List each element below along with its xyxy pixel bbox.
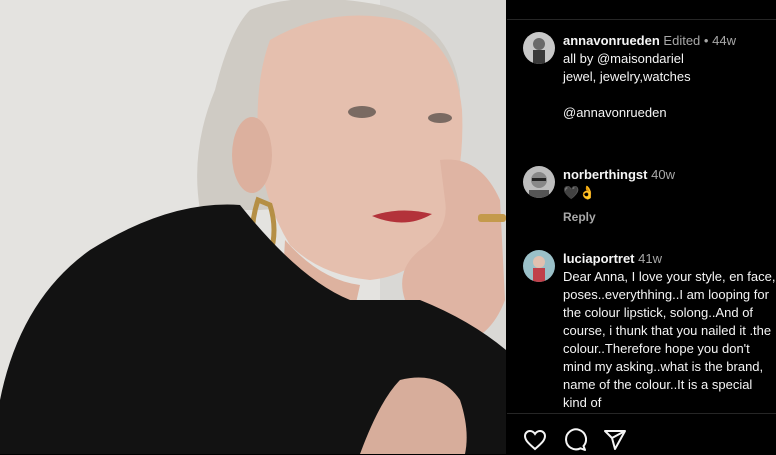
share-button[interactable]	[603, 428, 629, 454]
comment-text: Dear Anna, I love your style, en face, p…	[563, 269, 776, 410]
action-bar	[507, 413, 776, 455]
caption-mention[interactable]: @annavonrueden	[563, 104, 776, 122]
separator-dot: •	[703, 33, 709, 48]
reply-button[interactable]: Reply	[563, 208, 776, 226]
comment-username[interactable]: luciaportret	[563, 251, 635, 266]
caption-line-blank	[563, 86, 776, 104]
commenter-avatar[interactable]	[523, 250, 555, 282]
caption-line: jewel, jewelry,watches	[563, 69, 691, 84]
share-icon	[603, 428, 629, 452]
author-avatar[interactable]	[523, 32, 555, 64]
comment-time: 41w	[638, 251, 662, 266]
commenter-avatar[interactable]	[523, 166, 555, 198]
caption-line: all by @maisondariel	[563, 51, 684, 66]
panel-top-divider	[507, 0, 776, 20]
comment-username[interactable]: norberthingst	[563, 167, 648, 182]
like-button[interactable]	[523, 428, 549, 454]
heart-icon	[523, 428, 549, 452]
comment-time: 40w	[651, 167, 675, 182]
comment-button[interactable]	[563, 428, 589, 454]
post-time: 44w	[712, 33, 736, 48]
comments-panel: annavonrueden Edited • 44w all by @maiso…	[507, 0, 776, 454]
edited-label: Edited	[663, 33, 701, 48]
comment-icon	[563, 428, 589, 452]
comment-text: 🖤👌	[563, 185, 596, 200]
portrait-image	[0, 0, 506, 454]
post-photo[interactable]	[0, 0, 506, 454]
comments-list[interactable]: annavonrueden Edited • 44w all by @maiso…	[507, 20, 776, 413]
author-username[interactable]: annavonrueden	[563, 33, 660, 48]
